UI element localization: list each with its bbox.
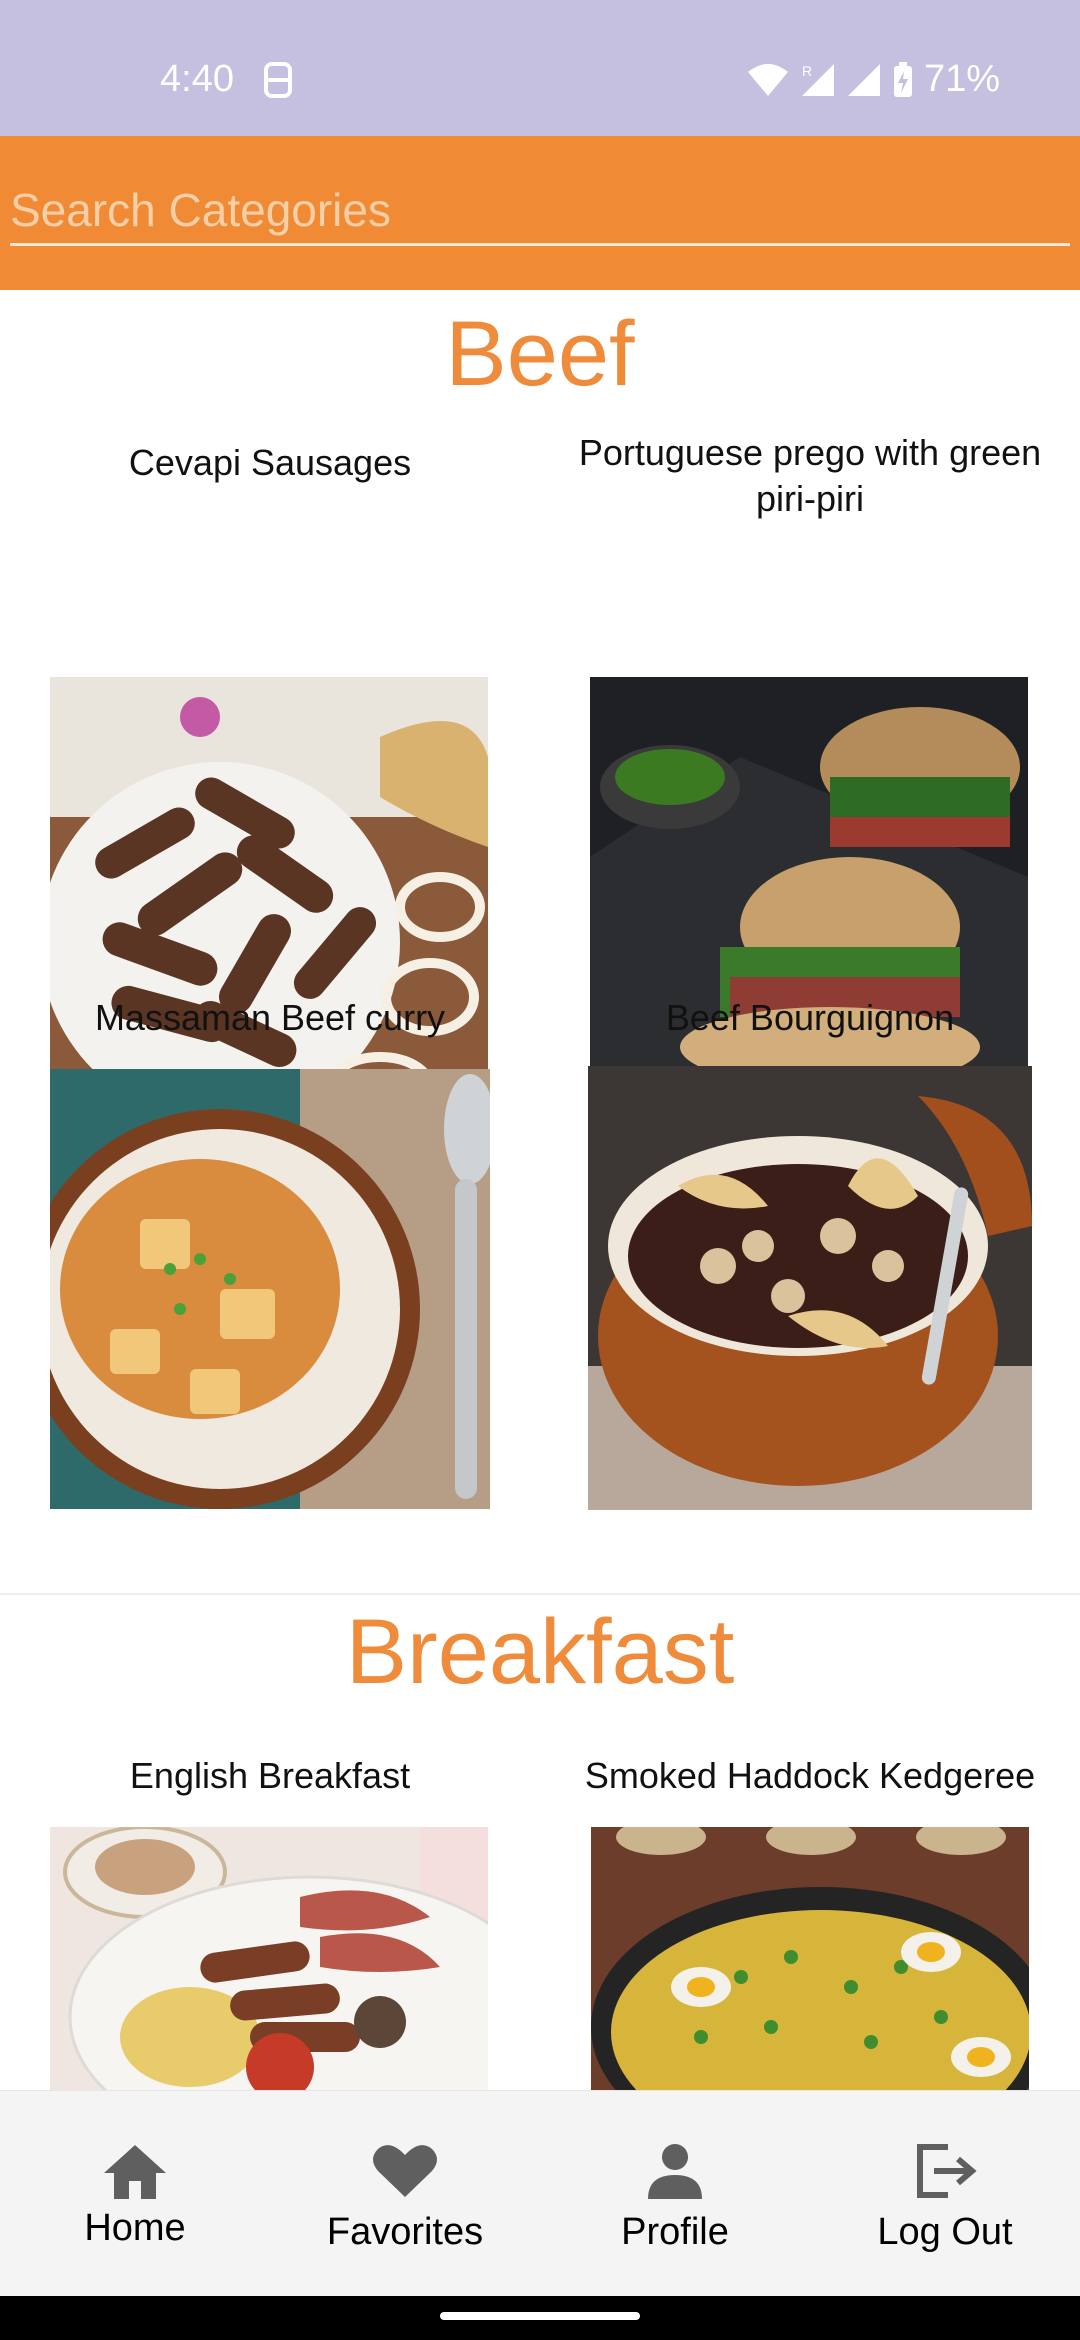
search-bar: [0, 136, 1080, 290]
meal-name: Beef Bourguignon: [665, 997, 955, 1038]
category-title-breakfast: Breakfast: [345, 1601, 735, 1703]
meal-name: Massaman Beef curry: [94, 997, 446, 1038]
status-right: R 71%: [746, 58, 1000, 101]
status-bar: 4:40 R 71%: [0, 0, 1080, 136]
roaming-signal-icon: R: [801, 63, 834, 96]
gesture-handle[interactable]: [440, 2312, 640, 2320]
nav-label: Home: [84, 2207, 186, 2249]
meal-name: English Breakfast: [129, 1755, 411, 1796]
category-title-beef: Beef: [445, 303, 635, 405]
sim-icon: [264, 62, 292, 98]
meal-card[interactable]: Smoked Haddock Kedgeree: [560, 1753, 1060, 2090]
kedgeree-photo[interactable]: [591, 1827, 1029, 2090]
gesture-bar: [0, 2296, 1080, 2340]
meal-name: Cevapi Sausages: [128, 442, 412, 483]
battery-percent: 71%: [923, 58, 1000, 100]
status-time: 4:40: [160, 58, 234, 100]
meal-card[interactable]: English Breakfast: [40, 1753, 500, 2090]
signal-icon: [847, 63, 880, 96]
nav-favorites[interactable]: Favorites: [270, 2091, 540, 2296]
svg-text:R: R: [802, 63, 812, 79]
bottom-navigation: Home Favorites Profile Log Out: [0, 2090, 1080, 2296]
battery-charging-icon: [893, 61, 912, 97]
person-icon: [648, 2144, 702, 2199]
massaman-curry-photo[interactable]: [50, 1069, 490, 1509]
category-list[interactable]: Beef Cevapi Sausages Portuguese prego wi…: [0, 290, 1080, 2090]
nav-logout[interactable]: Log Out: [810, 2091, 1080, 2296]
nav-home[interactable]: Home: [0, 2091, 270, 2296]
nav-label: Profile: [621, 2211, 729, 2253]
home-icon: [104, 2145, 166, 2199]
nav-label: Log Out: [877, 2211, 1013, 2253]
beef-bourguignon-photo[interactable]: [588, 1066, 1032, 1510]
nav-label: Favorites: [326, 2211, 484, 2253]
nav-profile[interactable]: Profile: [540, 2091, 810, 2296]
heart-icon: [373, 2145, 437, 2197]
meal-name: Smoked Haddock Kedgeree: [584, 1755, 1036, 1796]
search-input[interactable]: [10, 176, 1070, 246]
wifi-icon: [747, 63, 788, 96]
english-breakfast-photo[interactable]: [50, 1827, 488, 2090]
logout-icon: [917, 2144, 977, 2198]
category-divider: [0, 1593, 1080, 1595]
meal-name: Portuguese prego with green piri-piri: [578, 432, 1042, 519]
